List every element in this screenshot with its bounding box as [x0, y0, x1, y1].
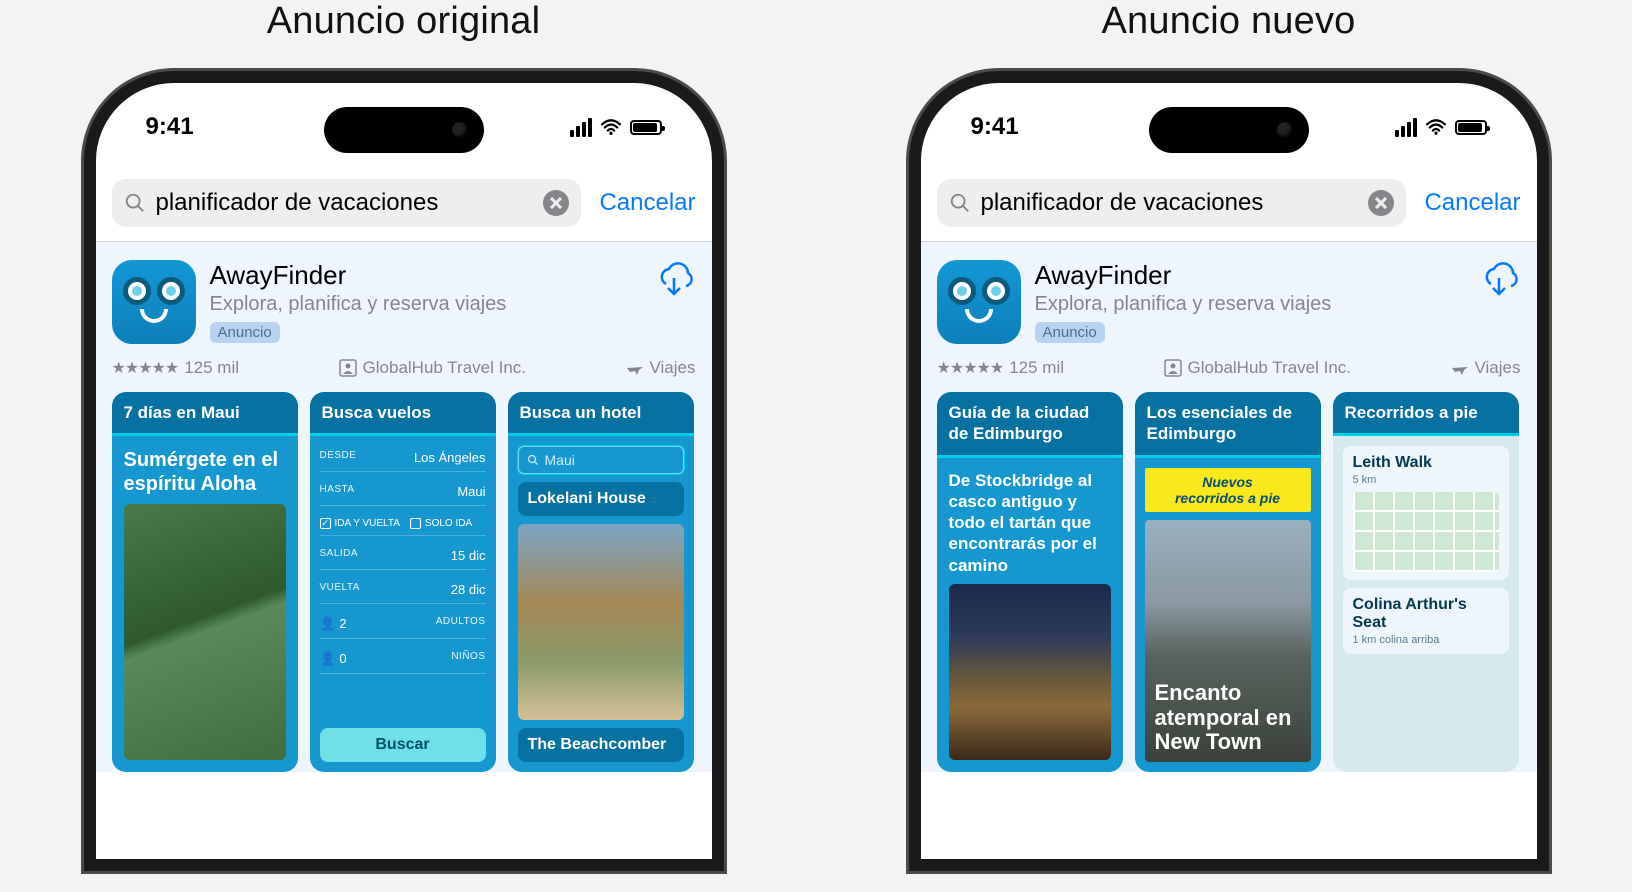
rating-count: 125 mil	[1009, 358, 1064, 378]
image-placeholder: Encanto atemporal en New Town	[1145, 520, 1311, 762]
dynamic-island	[1149, 107, 1309, 153]
app-name[interactable]: AwayFinder	[210, 260, 638, 291]
ad-result: AwayFinder Explora, planifica y reserva …	[96, 242, 712, 772]
category-link[interactable]: Viajes	[626, 358, 696, 378]
image-placeholder	[949, 584, 1111, 760]
search-flights-button: Buscar	[320, 728, 486, 762]
clear-search-button[interactable]	[543, 190, 569, 216]
hotel-search-field: Maui	[518, 446, 684, 474]
card-description: De Stockbridge al casco antiguo y todo e…	[949, 470, 1111, 576]
rating: ★★★★★ 125 mil	[937, 358, 1065, 378]
battery-icon	[630, 120, 662, 135]
screenshot-card: 7 días en Maui Sumérgete en el espíritu …	[112, 392, 298, 772]
developer-icon	[339, 359, 357, 377]
cloud-download-icon	[1477, 260, 1521, 304]
search-input[interactable]: planificador de vacaciones	[112, 179, 582, 227]
screenshot-card: Busca vuelos DESDELos Ángeles HASTAMaui …	[310, 392, 496, 772]
screenshot-carousel[interactable]: Guía de la ciudad de Edimburgo De Stockb…	[937, 392, 1521, 772]
screenshot-card: Guía de la ciudad de Edimburgo De Stockb…	[937, 392, 1123, 772]
download-button[interactable]	[652, 260, 696, 304]
card-subhead: Sumérgete en el espíritu Aloha	[124, 448, 286, 496]
promo-banner: Nuevos recorridos a pie	[1145, 468, 1311, 512]
search-text: planificador de vacaciones	[981, 189, 1359, 217]
app-icon[interactable]	[937, 260, 1021, 344]
original-ad-block: Anuncio original 9:41 planificador de va…	[84, 0, 724, 871]
card-title: Recorridos a pie	[1333, 392, 1519, 436]
block-title-original: Anuncio original	[267, 0, 541, 43]
device-frame: 9:41 planificador de vacaciones Cancelar	[84, 71, 724, 871]
walk-item: Colina Arthur's Seat 1 km colina arriba	[1343, 588, 1509, 654]
close-icon	[1375, 197, 1387, 209]
app-name[interactable]: AwayFinder	[1035, 260, 1463, 291]
star-icons: ★★★★★	[112, 358, 179, 378]
airplane-icon	[1451, 359, 1469, 377]
screenshot-carousel[interactable]: 7 días en Maui Sumérgete en el espíritu …	[112, 392, 696, 772]
search-text: planificador de vacaciones	[156, 189, 534, 217]
status-time: 9:41	[971, 113, 1019, 141]
screenshot-card: Busca un hotel Maui Lokelani House The B…	[508, 392, 694, 772]
card-title: Busca un hotel	[508, 392, 694, 436]
search-bar: planificador de vacaciones Cancelar	[921, 179, 1537, 242]
cancel-button[interactable]: Cancelar	[599, 189, 695, 217]
rating-count: 125 mil	[184, 358, 239, 378]
clear-search-button[interactable]	[1368, 190, 1394, 216]
close-icon	[550, 197, 562, 209]
card-title: 7 días en Maui	[112, 392, 298, 436]
status-time: 9:41	[146, 113, 194, 141]
image-placeholder	[124, 504, 286, 760]
dynamic-island	[324, 107, 484, 153]
search-icon	[949, 192, 971, 214]
developer-icon	[1164, 359, 1182, 377]
download-button[interactable]	[1477, 260, 1521, 304]
category-link[interactable]: Viajes	[1451, 358, 1521, 378]
screenshot-card: Los esenciales de Edimburgo Nuevos recor…	[1135, 392, 1321, 772]
app-subtitle: Explora, planifica y reserva viajes	[1035, 293, 1463, 316]
card-title: Los esenciales de Edimburgo	[1135, 392, 1321, 458]
cloud-download-icon	[652, 260, 696, 304]
screenshot-card: Recorridos a pie Leith Walk 5 km Colina …	[1333, 392, 1519, 772]
ad-badge: Anuncio	[210, 322, 280, 343]
card-title: Guía de la ciudad de Edimburgo	[937, 392, 1123, 458]
app-subtitle: Explora, planifica y reserva viajes	[210, 293, 638, 316]
hotel-item: The Beachcomber	[518, 728, 684, 762]
search-icon	[124, 192, 146, 214]
ad-badge: Anuncio	[1035, 322, 1105, 343]
search-bar: planificador de vacaciones Cancelar	[96, 179, 712, 242]
new-ad-block: Anuncio nuevo 9:41 planificador de vacac…	[909, 0, 1549, 871]
search-icon	[527, 454, 539, 466]
ad-result: AwayFinder Explora, planifica y reserva …	[921, 242, 1537, 772]
app-icon[interactable]	[112, 260, 196, 344]
battery-icon	[1455, 120, 1487, 135]
cellular-icon	[570, 118, 592, 137]
wifi-icon	[1425, 119, 1447, 135]
developer-link[interactable]: GlobalHub Travel Inc.	[339, 358, 526, 378]
overlay-text: Encanto atemporal en New Town	[1155, 681, 1301, 754]
hotel-item: Lokelani House	[518, 482, 684, 516]
block-title-new: Anuncio nuevo	[1101, 0, 1355, 43]
search-input[interactable]: planificador de vacaciones	[937, 179, 1407, 227]
map-thumbnail	[1353, 492, 1499, 572]
walk-item: Leith Walk 5 km	[1343, 446, 1509, 580]
image-placeholder	[518, 524, 684, 720]
developer-link[interactable]: GlobalHub Travel Inc.	[1164, 358, 1351, 378]
wifi-icon	[600, 119, 622, 135]
device-frame: 9:41 planificador de vacaciones Cancelar	[909, 71, 1549, 871]
cancel-button[interactable]: Cancelar	[1424, 189, 1520, 217]
rating: ★★★★★ 125 mil	[112, 358, 240, 378]
cellular-icon	[1395, 118, 1417, 137]
airplane-icon	[626, 359, 644, 377]
card-title: Busca vuelos	[310, 392, 496, 436]
star-icons: ★★★★★	[937, 358, 1004, 378]
